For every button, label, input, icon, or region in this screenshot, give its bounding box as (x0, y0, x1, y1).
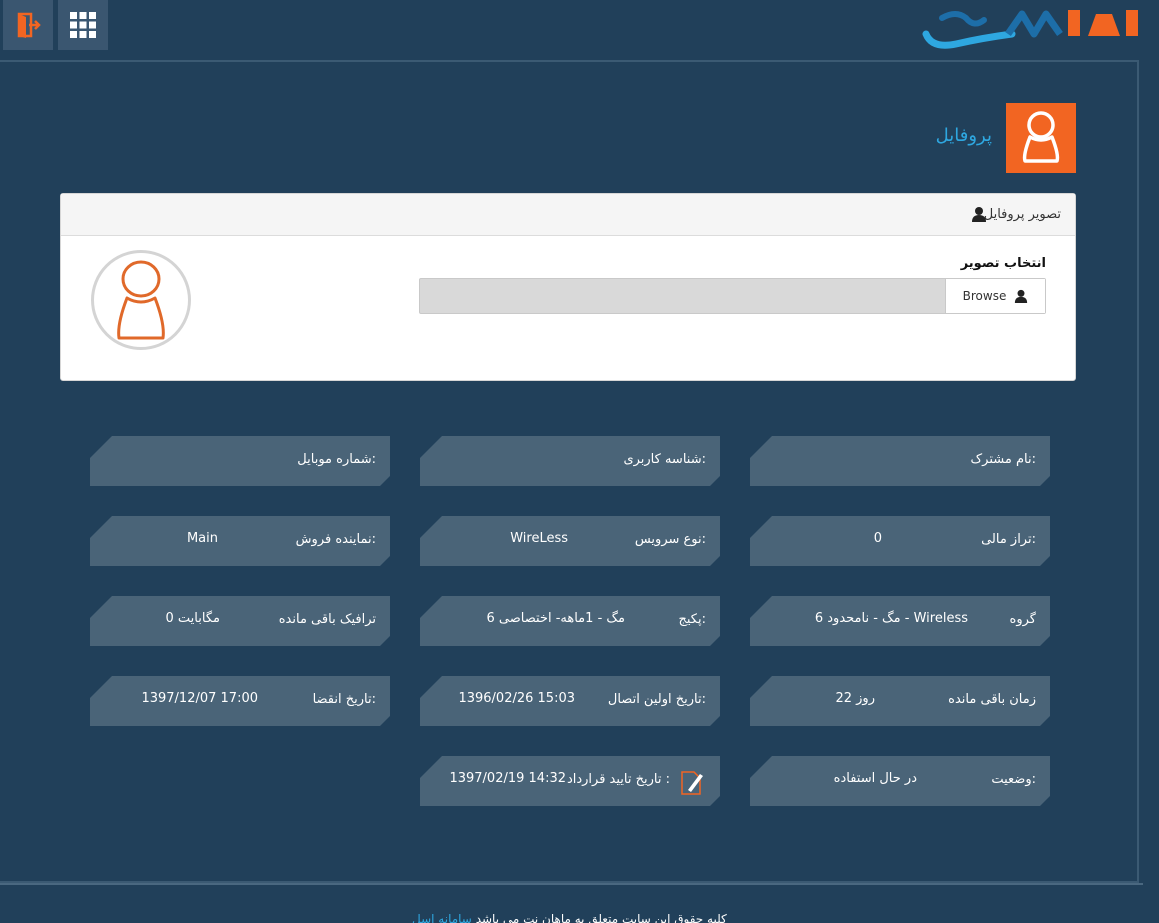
info-tile-remaining-traffic: ترافیک باقی مانده 0 مگابایت (90, 596, 390, 646)
page-header: پروفایل (900, 103, 1076, 173)
choose-image-label: انتخاب تصویر (960, 256, 1046, 271)
info-tile-group: گروه 6 مگ - نامحدود - Wireless (750, 596, 1050, 646)
tile-value: 1397/12/07 17:00 (141, 691, 258, 706)
top-bar (0, 0, 1159, 60)
tile-value: 0 مگابایت (165, 611, 220, 626)
footer-link[interactable]: سامانه اسل (412, 912, 472, 923)
info-tile-subscriber-name: نام مشترک: (750, 436, 1050, 486)
info-tile-remaining-time: زمان باقی مانده 22 روز (750, 676, 1050, 726)
tile-label: نام مشترک: (970, 452, 1036, 467)
tile-label: تاریخ انقضا: (312, 692, 376, 707)
tile-value: 6 مگ - 1ماهه- اختصاصی (486, 611, 625, 626)
tile-label: نوع سرویس: (634, 532, 706, 547)
logout-icon (17, 12, 41, 38)
apps-menu-button[interactable] (58, 0, 108, 50)
tile-label: تراز مالی: (981, 532, 1036, 547)
footer: کلیه حقوق این سایت متعلق به ماهان نت می … (0, 900, 1159, 923)
footer-text: کلیه حقوق این سایت متعلق به ماهان نت می … (475, 912, 727, 923)
tile-value: 0 (873, 531, 882, 546)
card-title: تصویر پروفایل (983, 207, 1061, 222)
info-tile-balance: تراز مالی: 0 (750, 516, 1050, 566)
info-tile-mobile: شماره موبایل: (90, 436, 390, 486)
browse-label: Browse (962, 289, 1007, 303)
tile-value: WireLess (510, 531, 568, 546)
info-tile-username: شناسه کاربری: (420, 436, 720, 486)
tile-label: شماره موبایل: (297, 452, 376, 467)
file-path-input[interactable]: Browse (419, 278, 1046, 314)
logout-button[interactable] (3, 0, 53, 50)
tile-value: 22 روز (835, 691, 875, 706)
info-tile-contract-date: تاریخ تایید قرارداد : 1397/02/19 14:32 (420, 756, 720, 806)
browse-button[interactable]: Browse (945, 279, 1045, 313)
document-edit-icon[interactable] (680, 770, 704, 796)
tile-label: تاریخ اولین اتصال: (607, 692, 706, 707)
user-outline-icon (1022, 111, 1060, 163)
tile-label: شناسه کاربری: (623, 452, 706, 467)
tile-label: نماینده فروش: (295, 532, 376, 547)
info-tile-sales-rep: نماینده فروش: Main (90, 516, 390, 566)
info-tile-expiry-date: تاریخ انقضا: 1397/12/07 17:00 (90, 676, 390, 726)
tile-label: پکیج: (678, 612, 706, 627)
profile-picture-card: تصویر پروفایل انتخاب تصویر Browse (60, 193, 1076, 381)
info-tile-service-type: نوع سرویس: WireLess (420, 516, 720, 566)
tile-label: وضعیت: (991, 772, 1036, 787)
tile-value: 1397/02/19 14:32 (449, 771, 566, 786)
profile-header-icon (1006, 103, 1076, 173)
user-icon (972, 207, 986, 222)
brand-logo[interactable] (922, 4, 1142, 54)
divider (0, 883, 1143, 885)
tile-value: Main (186, 531, 218, 546)
grid-icon (70, 12, 96, 38)
tile-value: در حال استفاده (833, 771, 917, 786)
tile-value: 1396/02/26 15:03 (458, 691, 575, 706)
card-header: تصویر پروفایل (61, 194, 1075, 236)
tile-label: تاریخ تایید قرارداد : (566, 772, 670, 787)
avatar[interactable] (91, 250, 191, 350)
info-tile-first-connection: تاریخ اولین اتصال: 1396/02/26 15:03 (420, 676, 720, 726)
tile-label: زمان باقی مانده (948, 692, 1036, 707)
page-title: پروفایل (935, 125, 992, 146)
info-tile-package: پکیج: 6 مگ - 1ماهه- اختصاصی (420, 596, 720, 646)
user-outline-icon (117, 260, 165, 340)
logo-icon (922, 10, 1138, 49)
user-icon (1015, 289, 1028, 303)
tile-label: ترافیک باقی مانده (278, 612, 376, 627)
info-tile-status: وضعیت: در حال استفاده (750, 756, 1050, 806)
tile-label: گروه (1009, 612, 1036, 627)
tile-value: 6 مگ - نامحدود - Wireless (814, 611, 968, 626)
